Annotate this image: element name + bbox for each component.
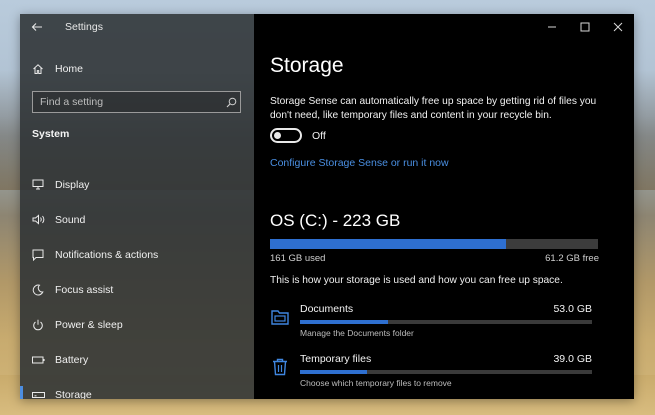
maximize-button[interactable] <box>568 14 601 40</box>
sidebar-item-label: Focus assist <box>55 283 114 296</box>
category-name: Documents <box>300 303 354 315</box>
maximize-icon <box>580 22 589 32</box>
sidebar-item-label: Notifications & actions <box>55 248 159 261</box>
category-documents[interactable]: Documents 53.0 GB Manage the Documents f… <box>270 303 592 343</box>
sidebar-item-power-sleep[interactable]: Power & sleep <box>20 307 254 342</box>
sidebar-item-sound[interactable]: Sound <box>20 202 254 237</box>
configure-storage-sense-link[interactable]: Configure Storage Sense or run it now <box>270 157 449 169</box>
search-input[interactable] <box>40 96 222 108</box>
sidebar-item-label: Storage <box>55 388 92 400</box>
search-box[interactable] <box>32 91 241 113</box>
toggle-state-label: Off <box>312 129 326 142</box>
drive-usage-fill <box>270 239 507 249</box>
minimize-icon <box>547 26 556 28</box>
page-title: Storage <box>270 54 344 77</box>
close-button[interactable] <box>601 14 634 40</box>
message-icon <box>20 249 54 261</box>
sidebar-nav-list: Display Sound Notifications & actions Fo… <box>20 167 254 399</box>
sidebar-item-label: Home <box>55 63 84 75</box>
power-icon <box>20 319 54 331</box>
back-button[interactable] <box>20 14 54 40</box>
monitor-icon <box>20 179 54 190</box>
sidebar-item-home[interactable]: Home <box>20 58 254 80</box>
sidebar-item-label: Battery <box>55 353 89 366</box>
sidebar-titlebar: Settings <box>20 14 254 40</box>
moon-icon <box>20 284 54 296</box>
sidebar-item-label: Power & sleep <box>55 318 123 331</box>
sidebar-item-battery[interactable]: Battery <box>20 342 254 377</box>
category-usage-bar <box>300 320 592 324</box>
toggle-knob <box>274 132 281 139</box>
section-heading-system: System <box>32 128 70 140</box>
category-usage-bar <box>300 370 592 374</box>
category-usage-fill <box>300 370 368 374</box>
storage-sense-toggle-row: Off <box>270 128 326 143</box>
drive-title: OS (C:) - 223 GB <box>270 211 401 230</box>
battery-icon <box>20 356 54 364</box>
sidebar-item-focus-assist[interactable]: Focus assist <box>20 272 254 307</box>
storage-sense-toggle[interactable] <box>270 128 302 143</box>
storage-sense-description: Storage Sense can automatically free up … <box>270 96 597 121</box>
category-usage-fill <box>300 320 388 324</box>
category-temporary-files[interactable]: Temporary files 39.0 GB Choose which tem… <box>270 353 592 393</box>
settings-window: Settings Home System Display <box>20 14 634 399</box>
search-icon[interactable] <box>222 97 240 108</box>
sidebar-item-notifications[interactable]: Notifications & actions <box>20 237 254 272</box>
home-icon <box>20 63 54 75</box>
sidebar: Settings Home System Display <box>20 14 254 399</box>
window-controls <box>535 14 634 40</box>
category-size: 39.0 GB <box>553 353 592 365</box>
main-panel: Storage Storage Sense can automatically … <box>254 14 634 399</box>
trash-icon <box>270 357 290 379</box>
selection-indicator <box>20 386 23 399</box>
storage-drive-icon <box>20 391 54 399</box>
drive-used-label: 161 GB used <box>270 253 326 264</box>
drive-usage-bar[interactable] <box>270 239 598 249</box>
category-name: Temporary files <box>300 353 372 365</box>
usage-description: This is how your storage is used and how… <box>270 275 563 286</box>
close-icon <box>613 22 622 32</box>
category-subtitle: Choose which temporary files to remove <box>300 378 452 388</box>
category-subtitle: Manage the Documents folder <box>300 328 414 338</box>
sidebar-item-storage[interactable]: Storage <box>20 377 254 399</box>
category-size: 53.0 GB <box>553 303 592 315</box>
sidebar-item-display[interactable]: Display <box>20 167 254 202</box>
sidebar-item-label: Sound <box>55 213 86 226</box>
drive-free-label: 61.2 GB free <box>545 253 599 264</box>
documents-folder-icon <box>270 307 290 329</box>
back-arrow-icon <box>31 23 42 31</box>
app-title: Settings <box>65 21 103 33</box>
minimize-button[interactable] <box>535 14 568 40</box>
sidebar-item-label: Display <box>55 178 90 191</box>
speaker-icon <box>20 214 54 225</box>
